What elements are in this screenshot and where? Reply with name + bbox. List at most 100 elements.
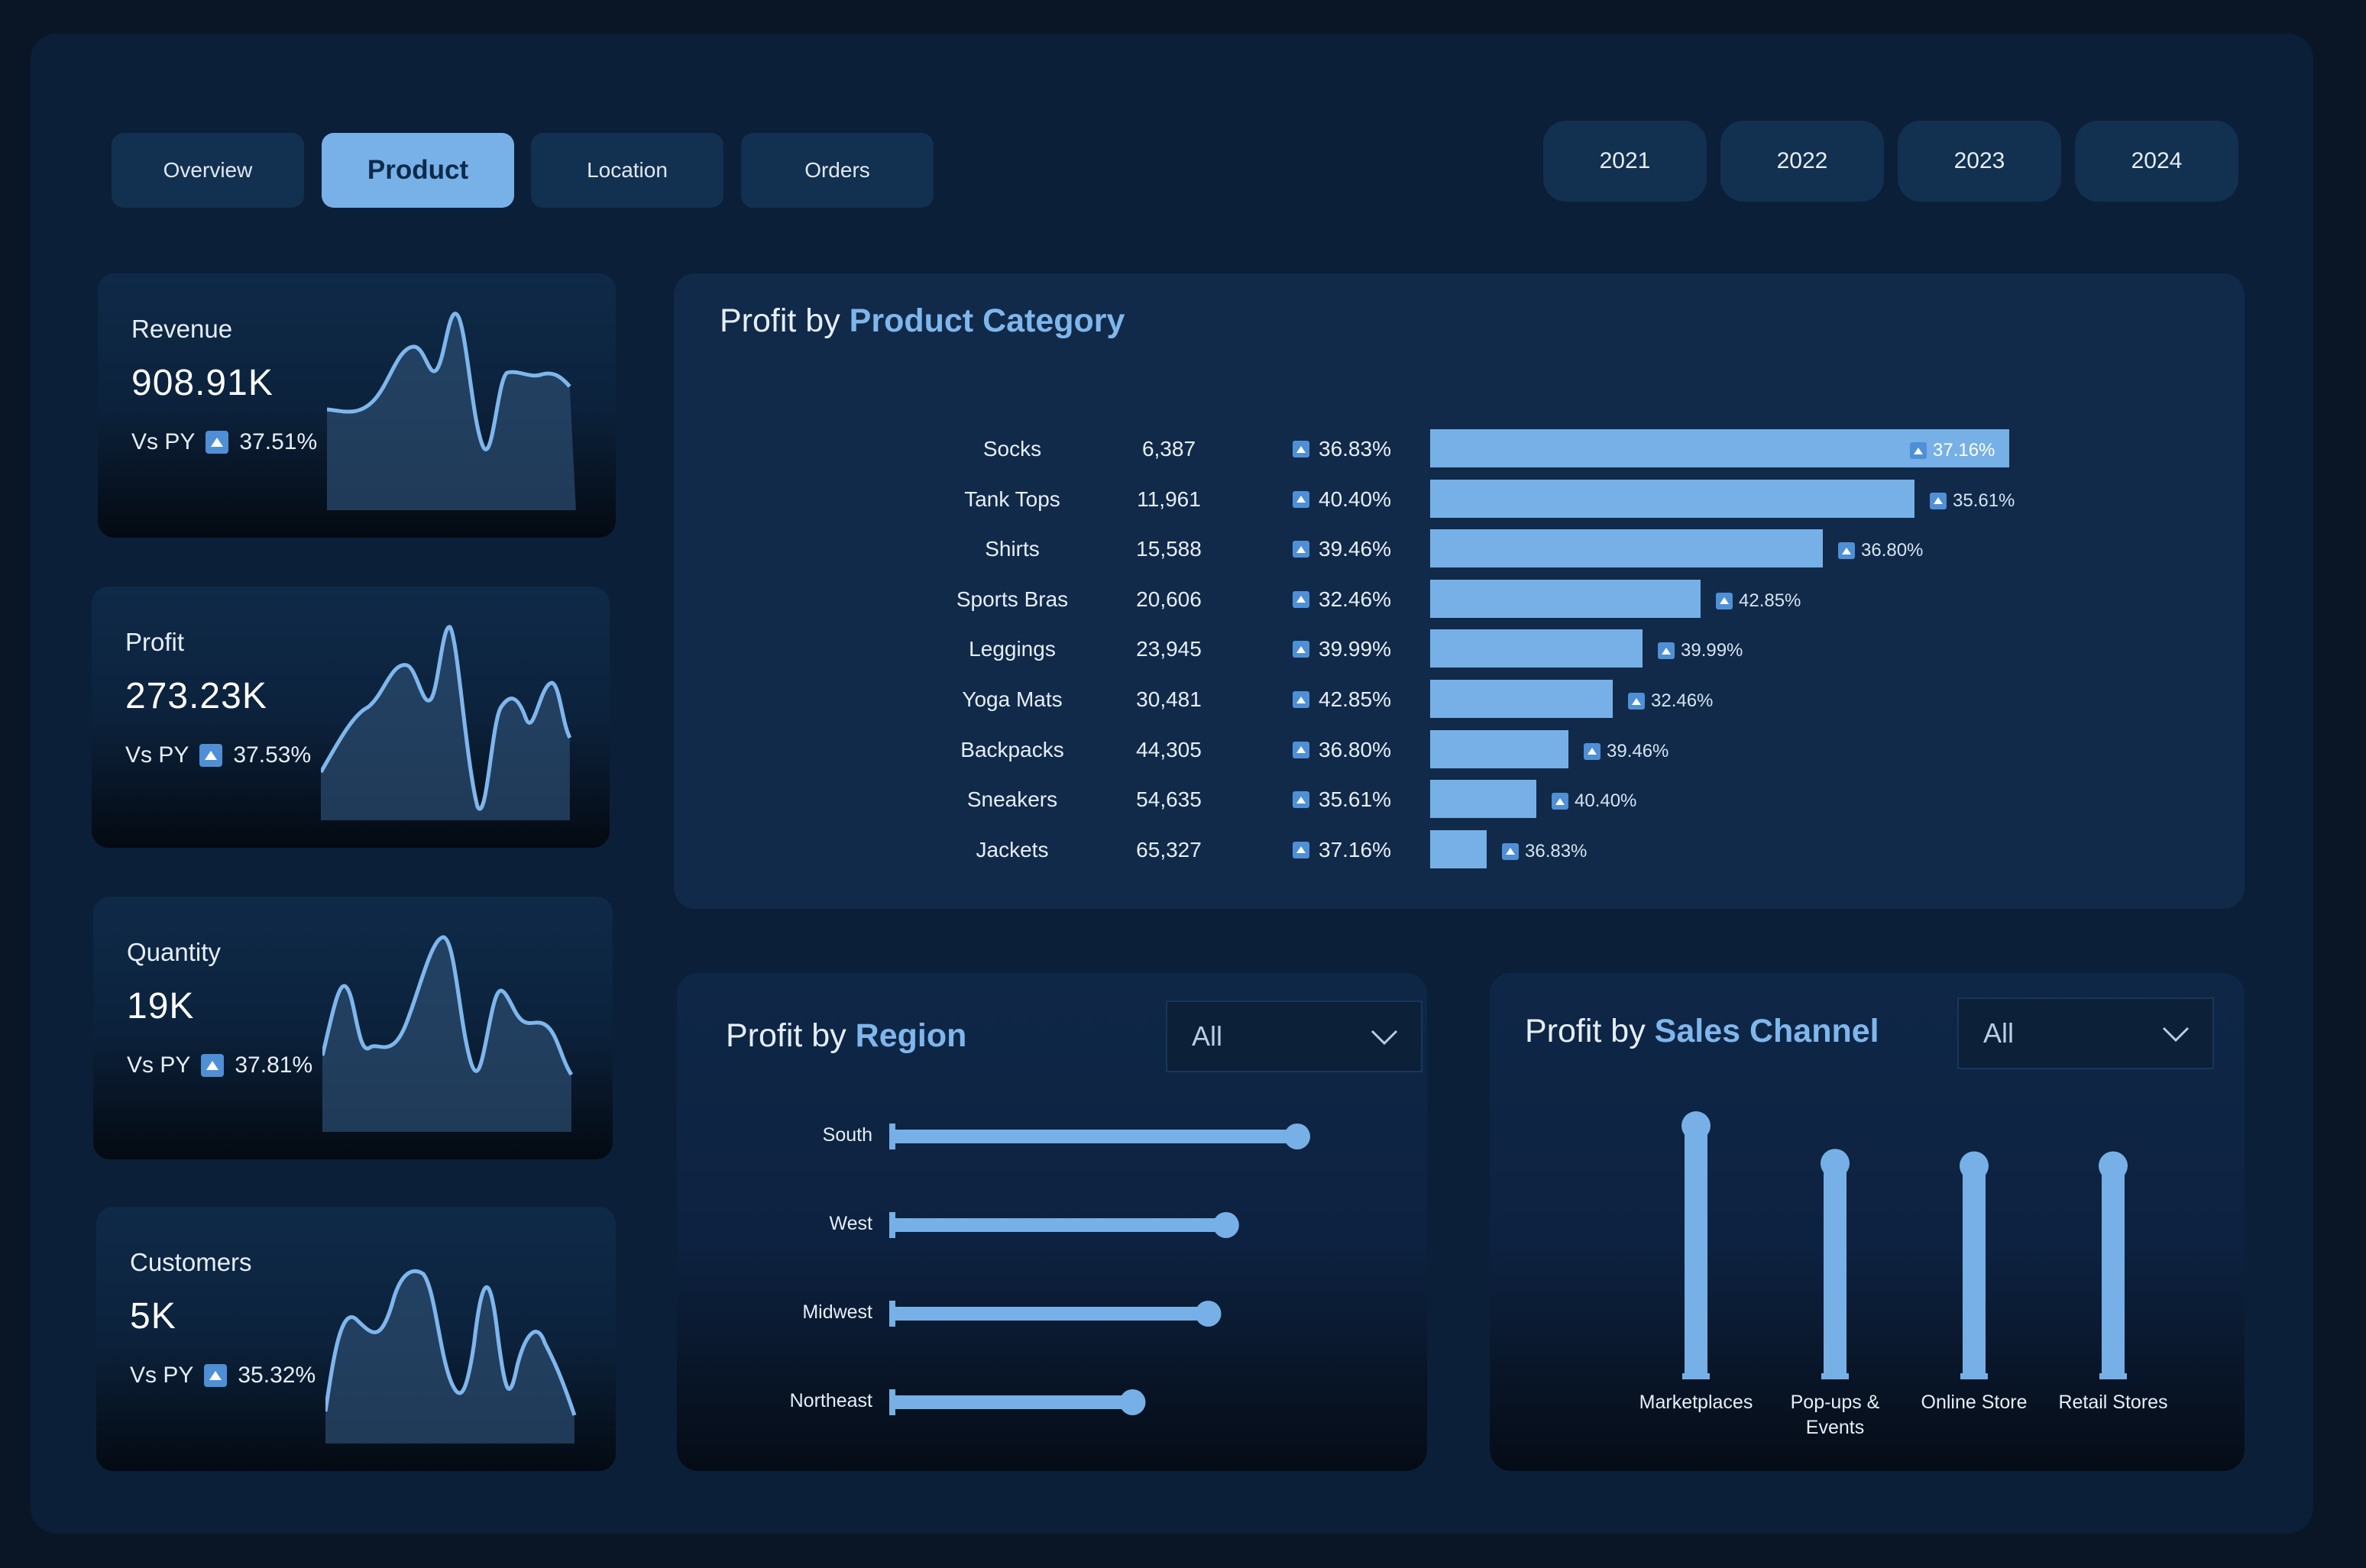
bar-data-label-value: 32.46%	[1651, 690, 1714, 711]
category-name: Tank Tops	[964, 487, 1060, 511]
kpi-value: 5K	[130, 1296, 176, 1337]
vs-py-label: Vs PY	[127, 1052, 191, 1078]
table-row[interactable]: Jackets 65,327 37.16% 36.83%	[0, 829, 1587, 868]
table-row[interactable]: Sports Bras 20,606 32.46% 42.85%	[0, 579, 1801, 618]
tab-location[interactable]: Location	[531, 133, 723, 208]
sparkline-chart	[325, 1269, 577, 1444]
category-bar[interactable]	[1430, 729, 1568, 768]
up-triangle-icon	[1293, 691, 1309, 708]
up-triangle-icon	[1293, 791, 1309, 809]
region-point[interactable]	[1212, 1212, 1239, 1238]
category-panel-title: Profit by Product Category	[720, 302, 1125, 339]
bar-data-label-value: 39.46%	[1607, 740, 1669, 761]
up-triangle-icon	[1628, 693, 1645, 710]
table-row[interactable]: Yoga Mats 30,481 42.85% 32.46%	[0, 680, 1713, 718]
table-row[interactable]: Sneakers 54,635 35.61% 40.40%	[0, 780, 1636, 819]
kpi-label: Customers	[130, 1248, 252, 1276]
category-profit: 11,961	[1137, 487, 1201, 511]
category-change: 40.40%	[1293, 487, 1391, 512]
bar-data-label-value: 40.40%	[1575, 790, 1637, 812]
table-row[interactable]: Leggings 23,945 39.99% 39.99%	[0, 629, 1743, 668]
channel-bar-base	[1821, 1373, 1849, 1379]
category-bar[interactable]	[1430, 579, 1701, 618]
up-triangle-icon	[204, 1364, 228, 1387]
up-triangle-icon	[1293, 590, 1309, 608]
bar-data-label: 36.80%	[1838, 540, 1923, 561]
region-label: Northeast	[789, 1390, 872, 1411]
category-change: 32.46%	[1293, 587, 1391, 612]
category-change-value: 42.85%	[1319, 687, 1391, 711]
bar-data-label-value: 36.83%	[1525, 840, 1588, 862]
region-bar-base	[889, 1123, 895, 1149]
category-change: 36.80%	[1293, 738, 1391, 762]
category-name: Jackets	[976, 837, 1049, 862]
category-change-value: 36.80%	[1319, 737, 1391, 761]
category-change: 42.85%	[1293, 687, 1391, 712]
bar-data-label-value: 42.85%	[1739, 590, 1801, 611]
category-change-value: 40.40%	[1319, 487, 1391, 511]
category-change-value: 39.99%	[1319, 637, 1391, 661]
category-bar[interactable]	[1430, 829, 1487, 868]
category-name: Sneakers	[966, 787, 1058, 812]
bar-data-label: 35.61%	[1930, 490, 2015, 512]
tab-orders[interactable]: Orders	[741, 133, 934, 208]
up-triangle-icon	[1658, 642, 1675, 660]
up-triangle-icon	[1293, 490, 1309, 508]
bar-data-label: 39.99%	[1658, 640, 1743, 661]
channel-point[interactable]	[1821, 1149, 1850, 1178]
up-triangle-icon	[201, 1054, 225, 1077]
year-filter-2022[interactable]: 2022	[1720, 121, 1884, 202]
region-point[interactable]	[1195, 1301, 1222, 1327]
category-change-value: 36.83%	[1319, 437, 1391, 461]
up-triangle-icon	[1293, 741, 1309, 758]
category-bar[interactable]	[1430, 529, 1823, 568]
up-triangle-icon	[1584, 742, 1601, 760]
category-name: Leggings	[969, 637, 1056, 661]
sparkline-area	[325, 1271, 575, 1444]
region-bar-base	[889, 1212, 895, 1238]
year-filter-2024[interactable]: 2024	[2075, 121, 2238, 202]
bar-data-label: 37.16%	[1910, 440, 1995, 461]
table-row[interactable]: Tank Tops 11,961 40.40% 35.61%	[0, 479, 2015, 518]
bar-data-label-value: 35.61%	[1953, 490, 2015, 511]
channel-panel: Profit by Sales Channel All Marketplaces…	[1490, 973, 2245, 1471]
category-name: Sports Bras	[956, 587, 1069, 611]
category-change-value: 39.46%	[1319, 537, 1391, 561]
category-bar[interactable]	[1430, 680, 1613, 718]
kpi-card-quantity[interactable]: Quantity 19K Vs PY 37.81%	[93, 897, 613, 1159]
kpi-vs-py: Vs PY 37.81%	[127, 1052, 312, 1078]
category-bar[interactable]	[1430, 780, 1536, 819]
channel-label: Marketplaces	[1639, 1392, 1753, 1413]
vs-py-label: Vs PY	[130, 1363, 194, 1388]
channel-bar-base	[2099, 1373, 2127, 1379]
region-bar-base	[889, 1301, 895, 1327]
table-row[interactable]: Socks 6,387 36.83% 37.16%	[0, 429, 2009, 467]
category-name: Yoga Mats	[962, 687, 1063, 711]
kpi-change: 37.81%	[235, 1052, 313, 1078]
up-triangle-icon	[1293, 641, 1309, 658]
up-triangle-icon	[1838, 542, 1855, 560]
region-point[interactable]	[1119, 1389, 1146, 1415]
bar-data-label: 39.46%	[1584, 741, 1668, 762]
category-bar[interactable]	[1430, 479, 1914, 518]
kpi-label: Quantity	[127, 938, 221, 966]
kpi-change: 35.32%	[238, 1363, 316, 1388]
year-filter-2023[interactable]: 2023	[1898, 121, 2061, 202]
category-change: 37.16%	[1293, 838, 1391, 862]
category-change: 35.61%	[1293, 787, 1391, 812]
tab-product[interactable]: Product	[322, 133, 514, 208]
channel-point[interactable]	[1960, 1151, 1989, 1181]
tab-overview[interactable]: Overview	[112, 133, 304, 208]
region-point[interactable]	[1284, 1123, 1310, 1149]
table-row[interactable]: Backpacks 44,305 36.80% 39.46%	[0, 729, 1668, 768]
channel-point[interactable]	[2099, 1151, 2128, 1181]
table-row[interactable]: Shirts 15,588 39.46% 36.80%	[0, 529, 1923, 568]
category-change: 39.46%	[1293, 537, 1391, 561]
up-triangle-icon	[1910, 442, 1927, 459]
up-triangle-icon	[1552, 793, 1568, 810]
year-filter-2021[interactable]: 2021	[1543, 121, 1707, 202]
bar-data-label: 32.46%	[1628, 690, 1713, 712]
kpi-card-customers[interactable]: Customers 5K Vs PY 35.32%	[96, 1207, 616, 1471]
category-bar[interactable]	[1430, 629, 1643, 668]
channel-point[interactable]	[1681, 1111, 1711, 1140]
